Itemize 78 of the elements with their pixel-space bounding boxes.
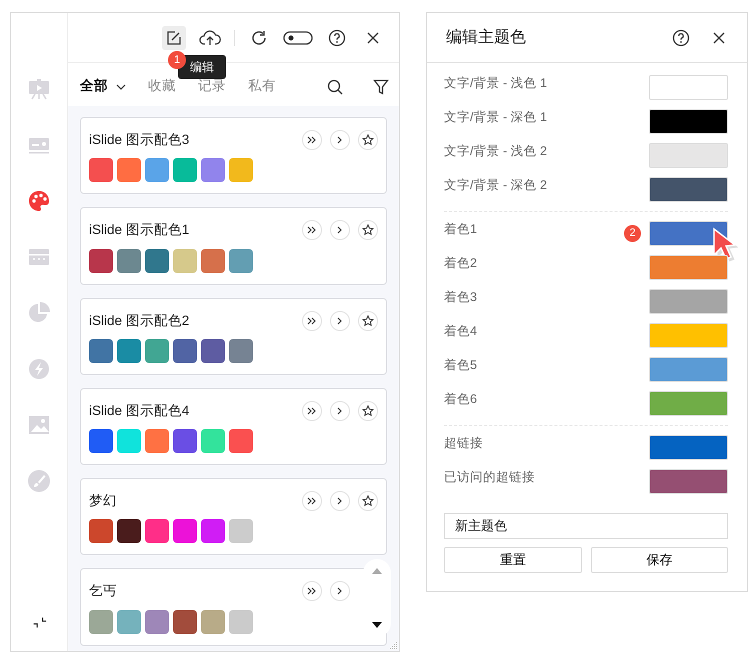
- filter-tab[interactable]: 记录: [198, 76, 226, 97]
- color-label: 已访问的超链接: [444, 469, 535, 485]
- color-picker[interactable]: [649, 357, 728, 382]
- apply-button[interactable]: [330, 491, 350, 512]
- star-icon: [362, 314, 374, 327]
- apply-button[interactable]: [330, 130, 350, 150]
- cloud-upload-icon: [199, 28, 221, 46]
- color-label: 着色1: [444, 221, 477, 237]
- color-picker[interactable]: [649, 143, 728, 168]
- edit-icon: [166, 30, 182, 46]
- double-chevron-icon: [306, 314, 318, 327]
- color-label: 文字/背景 - 浅色 1: [444, 75, 548, 91]
- color-picker[interactable]: [649, 255, 728, 280]
- palette-title: iSlide 图示配色3: [89, 131, 190, 149]
- toggle-icon: [283, 30, 313, 44]
- color-label: 着色6: [444, 391, 477, 407]
- action-button[interactable]: 重置: [444, 547, 582, 573]
- favorite-button[interactable]: [358, 130, 378, 150]
- close-icon: [366, 30, 380, 44]
- caret-icon: [116, 84, 126, 90]
- color-picker[interactable]: [649, 109, 728, 134]
- color-picker[interactable]: [649, 469, 728, 494]
- color-picker[interactable]: [649, 75, 728, 100]
- help-icon: [328, 28, 346, 46]
- palette-title: iSlide 图示配色2: [89, 312, 190, 330]
- tooltip: 编辑: [178, 55, 226, 79]
- star-icon: [362, 134, 374, 146]
- color-picker[interactable]: [649, 391, 728, 416]
- apply-button[interactable]: [330, 400, 350, 421]
- color-label: 超链接: [444, 435, 483, 451]
- filter-tab[interactable]: 收藏: [148, 76, 176, 97]
- color-label: 文字/背景 - 深色 1: [444, 109, 548, 125]
- favorite-button[interactable]: [358, 491, 378, 512]
- name-field[interactable]: 新主题色: [444, 513, 728, 539]
- action-button[interactable]: 保存: [590, 547, 728, 573]
- close-icon: [712, 30, 726, 44]
- color-label: 文字/背景 - 浅色 2: [444, 143, 548, 159]
- panel-title: 编辑主题色: [446, 28, 526, 48]
- refresh-icon: [250, 28, 268, 46]
- star-icon: [362, 404, 374, 417]
- apply-all-button[interactable]: [302, 491, 322, 512]
- color-label: 着色4: [444, 323, 477, 339]
- apply-all-button[interactable]: [302, 310, 322, 331]
- double-chevron-icon: [306, 404, 318, 417]
- color-picker[interactable]: [649, 289, 728, 314]
- favorite-button[interactable]: [358, 310, 378, 331]
- filter-tab[interactable]: 私有: [248, 76, 276, 97]
- color-label: 着色2: [444, 255, 477, 271]
- color-label: 着色5: [444, 357, 477, 373]
- step-badge: 2: [624, 225, 641, 242]
- apply-all-button[interactable]: [302, 130, 322, 150]
- filter-tab[interactable]: 全部: [80, 76, 126, 97]
- star-icon: [362, 495, 374, 508]
- color-picker[interactable]: [649, 435, 728, 460]
- palette-title: 乞丐: [89, 582, 117, 600]
- favorite-button[interactable]: [358, 400, 378, 421]
- filter-icon: [373, 78, 389, 94]
- help-icon: [672, 28, 690, 46]
- palette-title: iSlide 图示配色1: [89, 221, 190, 240]
- favorite-button[interactable]: [358, 220, 378, 240]
- apply-button[interactable]: [330, 310, 350, 331]
- search-icon: [327, 78, 343, 94]
- apply-button[interactable]: [330, 581, 350, 602]
- step-badge: 1: [168, 51, 186, 69]
- star-icon: [362, 224, 374, 236]
- color-label: 文字/背景 - 深色 2: [444, 177, 548, 193]
- apply-all-button[interactable]: [302, 220, 322, 240]
- color-picker[interactable]: [649, 323, 728, 348]
- scroll-down-icon[interactable]: [371, 621, 383, 629]
- palette-title: 梦幻: [89, 492, 117, 510]
- apply-all-button[interactable]: [302, 581, 322, 602]
- edit-button[interactable]: [162, 26, 186, 50]
- color-picker[interactable]: [649, 177, 728, 202]
- apply-all-button[interactable]: [302, 400, 322, 421]
- color-label: 着色3: [444, 289, 477, 305]
- palette-title: iSlide 图示配色4: [89, 402, 190, 420]
- apply-button[interactable]: [330, 220, 350, 240]
- palette-icon[interactable]: [27, 189, 51, 213]
